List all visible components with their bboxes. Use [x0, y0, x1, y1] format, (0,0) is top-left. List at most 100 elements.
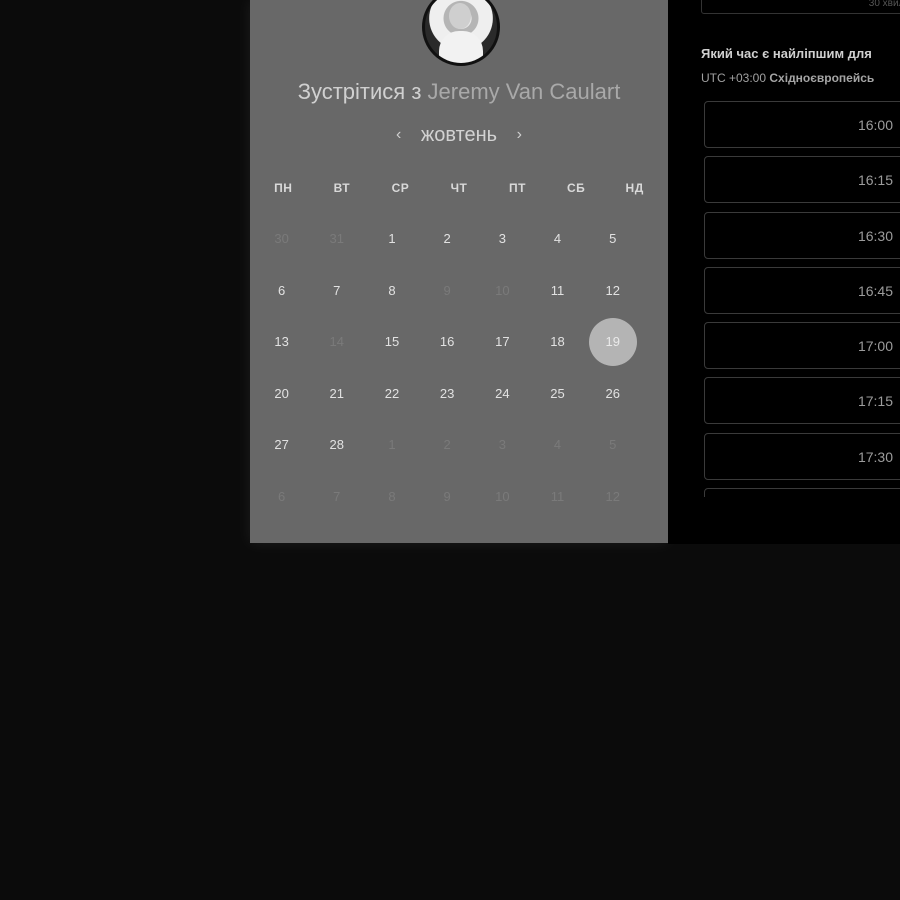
calendar-day[interactable]: 17 [475, 316, 530, 368]
calendar-day-number: 8 [388, 488, 396, 504]
weekday-label: ПН [274, 181, 293, 195]
page: Зустрітися з Jeremy Van Caulart ‹ жовтен… [0, 0, 900, 900]
calendar-week: 6 7 8 9 10 11 12 [254, 471, 654, 523]
time-slot-button[interactable]: 16:00 [704, 101, 900, 148]
calendar-day-number: 6 [277, 282, 286, 298]
calendar-day[interactable]: 8 [364, 265, 419, 317]
calendar-week: 6 7 8 9 10 11 12 [254, 265, 654, 317]
calendar-day-number: 24 [495, 385, 510, 401]
weekday-label: СР [391, 181, 410, 195]
calendar-panel: Зустрітися з Jeremy Van Caulart ‹ жовтен… [250, 0, 668, 543]
calendar-day-number: 10 [495, 488, 510, 504]
calendar-day[interactable]: 25 [530, 368, 585, 420]
timezone-offset: UTC +03:00 [701, 71, 767, 85]
calendar-day-number: 11 [550, 282, 565, 298]
calendar-day[interactable]: 3 [475, 213, 530, 265]
calendar-day-number: 5 [609, 437, 617, 453]
time-slot-button[interactable] [704, 488, 900, 497]
calendar-day[interactable]: 16 [420, 316, 475, 368]
calendar-day[interactable]: 11 [530, 265, 585, 317]
weekday-label: НД [625, 181, 644, 195]
time-slot-button[interactable]: 16:15 [704, 156, 900, 204]
calendar-day: 10 [475, 265, 530, 317]
calendar-day-number: 26 [605, 385, 620, 401]
calendar-day-number: 2 [443, 437, 451, 453]
calendar-day-number: 10 [495, 282, 510, 298]
calendar-day-number: 15 [384, 334, 400, 350]
calendar-day-number: 27 [274, 437, 289, 453]
meeting-title: Зустрітися з Jeremy Van Caulart [250, 79, 668, 105]
prev-month-button[interactable]: ‹ [382, 126, 415, 144]
calendar-day: 5 [585, 419, 640, 471]
host-avatar [422, 0, 500, 66]
calendar-day-selected[interactable]: 19 [585, 316, 640, 368]
next-month-button[interactable]: › [503, 126, 536, 144]
calendar-day: 4 [530, 419, 585, 471]
calendar-day[interactable]: 20 [254, 368, 309, 420]
calendar-day-number: 8 [388, 282, 396, 298]
calendar-day-number: 25 [550, 385, 565, 401]
timezone-name: Східноєвропейсь [769, 71, 875, 85]
calendar-day[interactable]: 26 [585, 368, 640, 420]
calendar-day[interactable]: 28 [309, 419, 364, 471]
calendar-day[interactable]: 13 [254, 316, 309, 368]
calendar-day-number: 5 [609, 231, 617, 247]
duration-selector[interactable]: 30 хвили [701, 0, 900, 14]
calendar-day[interactable]: 15 [364, 316, 419, 368]
calendar-day[interactable]: 7 [309, 265, 364, 317]
calendar-day-number: 18 [550, 334, 565, 350]
calendar-day[interactable]: 22 [364, 368, 419, 420]
time-slot-list: 16:00 16:15 16:30 16:45 17:00 17:15 17:30 [704, 101, 900, 497]
calendar-day[interactable]: 6 [254, 265, 309, 317]
weekday-label: СБ [566, 181, 586, 195]
calendar-day: 9 [420, 471, 475, 523]
avatar-head [449, 3, 471, 29]
calendar-day-number: 23 [439, 385, 455, 401]
calendar-day[interactable]: 5 [585, 213, 640, 265]
calendar-week: 27 28 1 2 3 4 5 [254, 419, 654, 471]
weekday-label: ПТ [509, 181, 527, 195]
calendar-day[interactable]: 12 [585, 265, 640, 317]
calendar-day-number: 2 [443, 231, 451, 247]
calendar-day[interactable]: 27 [254, 419, 309, 471]
calendar-day[interactable]: 23 [420, 368, 475, 420]
time-slot-button[interactable]: 17:30 [704, 432, 900, 480]
calendar-day: 7 [309, 471, 364, 523]
calendar-day-number: 17 [495, 334, 510, 350]
calendar-day: 3 [475, 419, 530, 471]
calendar-day[interactable]: 21 [309, 368, 364, 420]
calendar-day-number: 13 [274, 334, 289, 350]
calendar-day: 1 [364, 419, 419, 471]
calendar-day-number: 16 [439, 334, 455, 350]
calendar-day-number: 12 [605, 488, 620, 504]
calendar-day-number: 11 [550, 488, 565, 504]
month-navigation: ‹ жовтень › [250, 124, 668, 147]
host-name: Jeremy Van Caulart [427, 79, 621, 104]
time-slot-button[interactable]: 16:30 [704, 211, 900, 259]
weekday-header: ПН ВТ СР ЧТ ПТ СБ НД [254, 181, 664, 195]
calendar-day: 11 [530, 471, 585, 523]
calendar-day[interactable]: 24 [475, 368, 530, 420]
calendar-day-number: 9 [443, 488, 451, 504]
calendar-day[interactable]: 2 [420, 213, 475, 265]
timezone-label[interactable]: UTC +03:00 Східноєвропейсь [701, 71, 874, 85]
calendar-day-number: 6 [277, 488, 286, 504]
calendar-day: 10 [475, 471, 530, 523]
calendar-day-number: 7 [333, 488, 341, 504]
calendar-week: 13 14 15 16 17 18 19 [254, 316, 654, 368]
calendar-day[interactable]: 18 [530, 316, 585, 368]
calendar-day[interactable]: 4 [530, 213, 585, 265]
calendar-day: 14 [309, 316, 364, 368]
avatar-shirt [439, 31, 483, 63]
calendar-day[interactable]: 1 [364, 213, 419, 265]
meeting-title-prefix: Зустрітися з [297, 79, 422, 104]
time-slot-button[interactable]: 17:00 [704, 322, 900, 370]
time-slot-button[interactable]: 17:15 [704, 377, 900, 425]
calendar-day-number: 1 [388, 231, 396, 247]
time-slot-button[interactable]: 16:45 [704, 266, 900, 314]
calendar-day-number: 21 [329, 385, 345, 401]
weekday-label: ВТ [333, 181, 351, 195]
time-question: Який час є найліпшим для [701, 46, 872, 61]
calendar-day-number: 12 [605, 282, 620, 298]
calendar-day-number: 3 [498, 437, 506, 453]
